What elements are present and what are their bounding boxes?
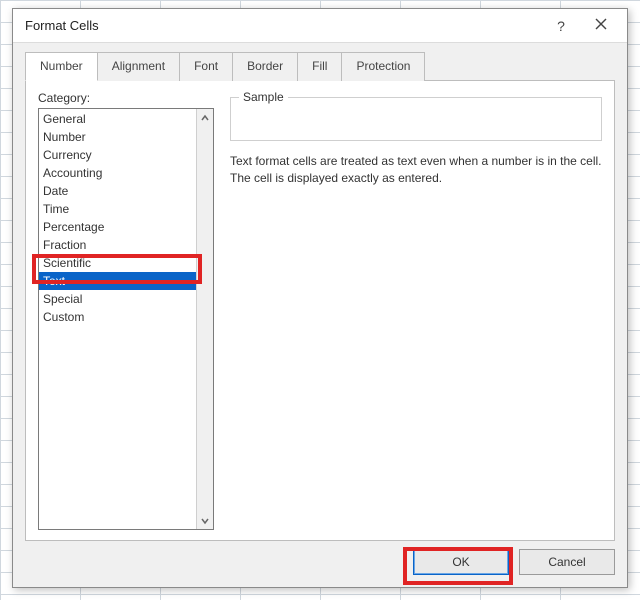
category-item-accounting[interactable]: Accounting [39,164,196,182]
scroll-up-icon[interactable] [197,109,213,126]
tab-strip: Number Alignment Font Border Fill Protec… [13,43,627,80]
tab-border[interactable]: Border [233,52,298,81]
category-item-fraction[interactable]: Fraction [39,236,196,254]
category-item-special[interactable]: Special [39,290,196,308]
scroll-down-icon[interactable] [197,512,213,529]
ok-button[interactable]: OK [413,549,509,575]
tab-alignment[interactable]: Alignment [98,52,180,81]
tab-fill[interactable]: Fill [298,52,342,81]
format-description: Text format cells are treated as text ev… [230,153,602,188]
titlebar: Format Cells ? [13,9,627,43]
close-icon [595,18,607,33]
format-cells-dialog: Format Cells ? Number Alignment Font Bor… [12,8,628,588]
cancel-button[interactable]: Cancel [519,549,615,575]
category-item-percentage[interactable]: Percentage [39,218,196,236]
dialog-buttons: OK Cancel [13,549,627,587]
tab-label: Font [194,59,218,73]
tab-panel-number: Category: GeneralNumberCurrencyAccountin… [25,80,615,541]
help-button[interactable]: ? [541,12,581,40]
dialog-title: Format Cells [25,18,99,33]
category-listbox[interactable]: GeneralNumberCurrencyAccountingDateTimeP… [38,108,214,530]
category-scrollbar[interactable] [196,109,213,529]
tab-font[interactable]: Font [180,52,233,81]
close-button[interactable] [581,12,621,40]
button-label: OK [452,555,469,569]
category-label: Category: [38,91,214,105]
tab-label: Number [40,59,83,73]
category-item-date[interactable]: Date [39,182,196,200]
help-icon: ? [557,18,565,34]
sample-group: Sample [230,97,602,141]
category-item-currency[interactable]: Currency [39,146,196,164]
tab-protection[interactable]: Protection [342,52,425,81]
tab-label: Protection [356,59,410,73]
sample-label: Sample [239,90,288,104]
button-label: Cancel [548,555,585,569]
tab-label: Border [247,59,283,73]
category-item-custom[interactable]: Custom [39,308,196,326]
tab-label: Fill [312,59,327,73]
category-item-text[interactable]: Text [39,272,196,290]
category-item-time[interactable]: Time [39,200,196,218]
category-item-number[interactable]: Number [39,128,196,146]
category-item-general[interactable]: General [39,110,196,128]
category-item-scientific[interactable]: Scientific [39,254,196,272]
tab-label: Alignment [112,59,165,73]
tab-number[interactable]: Number [25,52,98,81]
